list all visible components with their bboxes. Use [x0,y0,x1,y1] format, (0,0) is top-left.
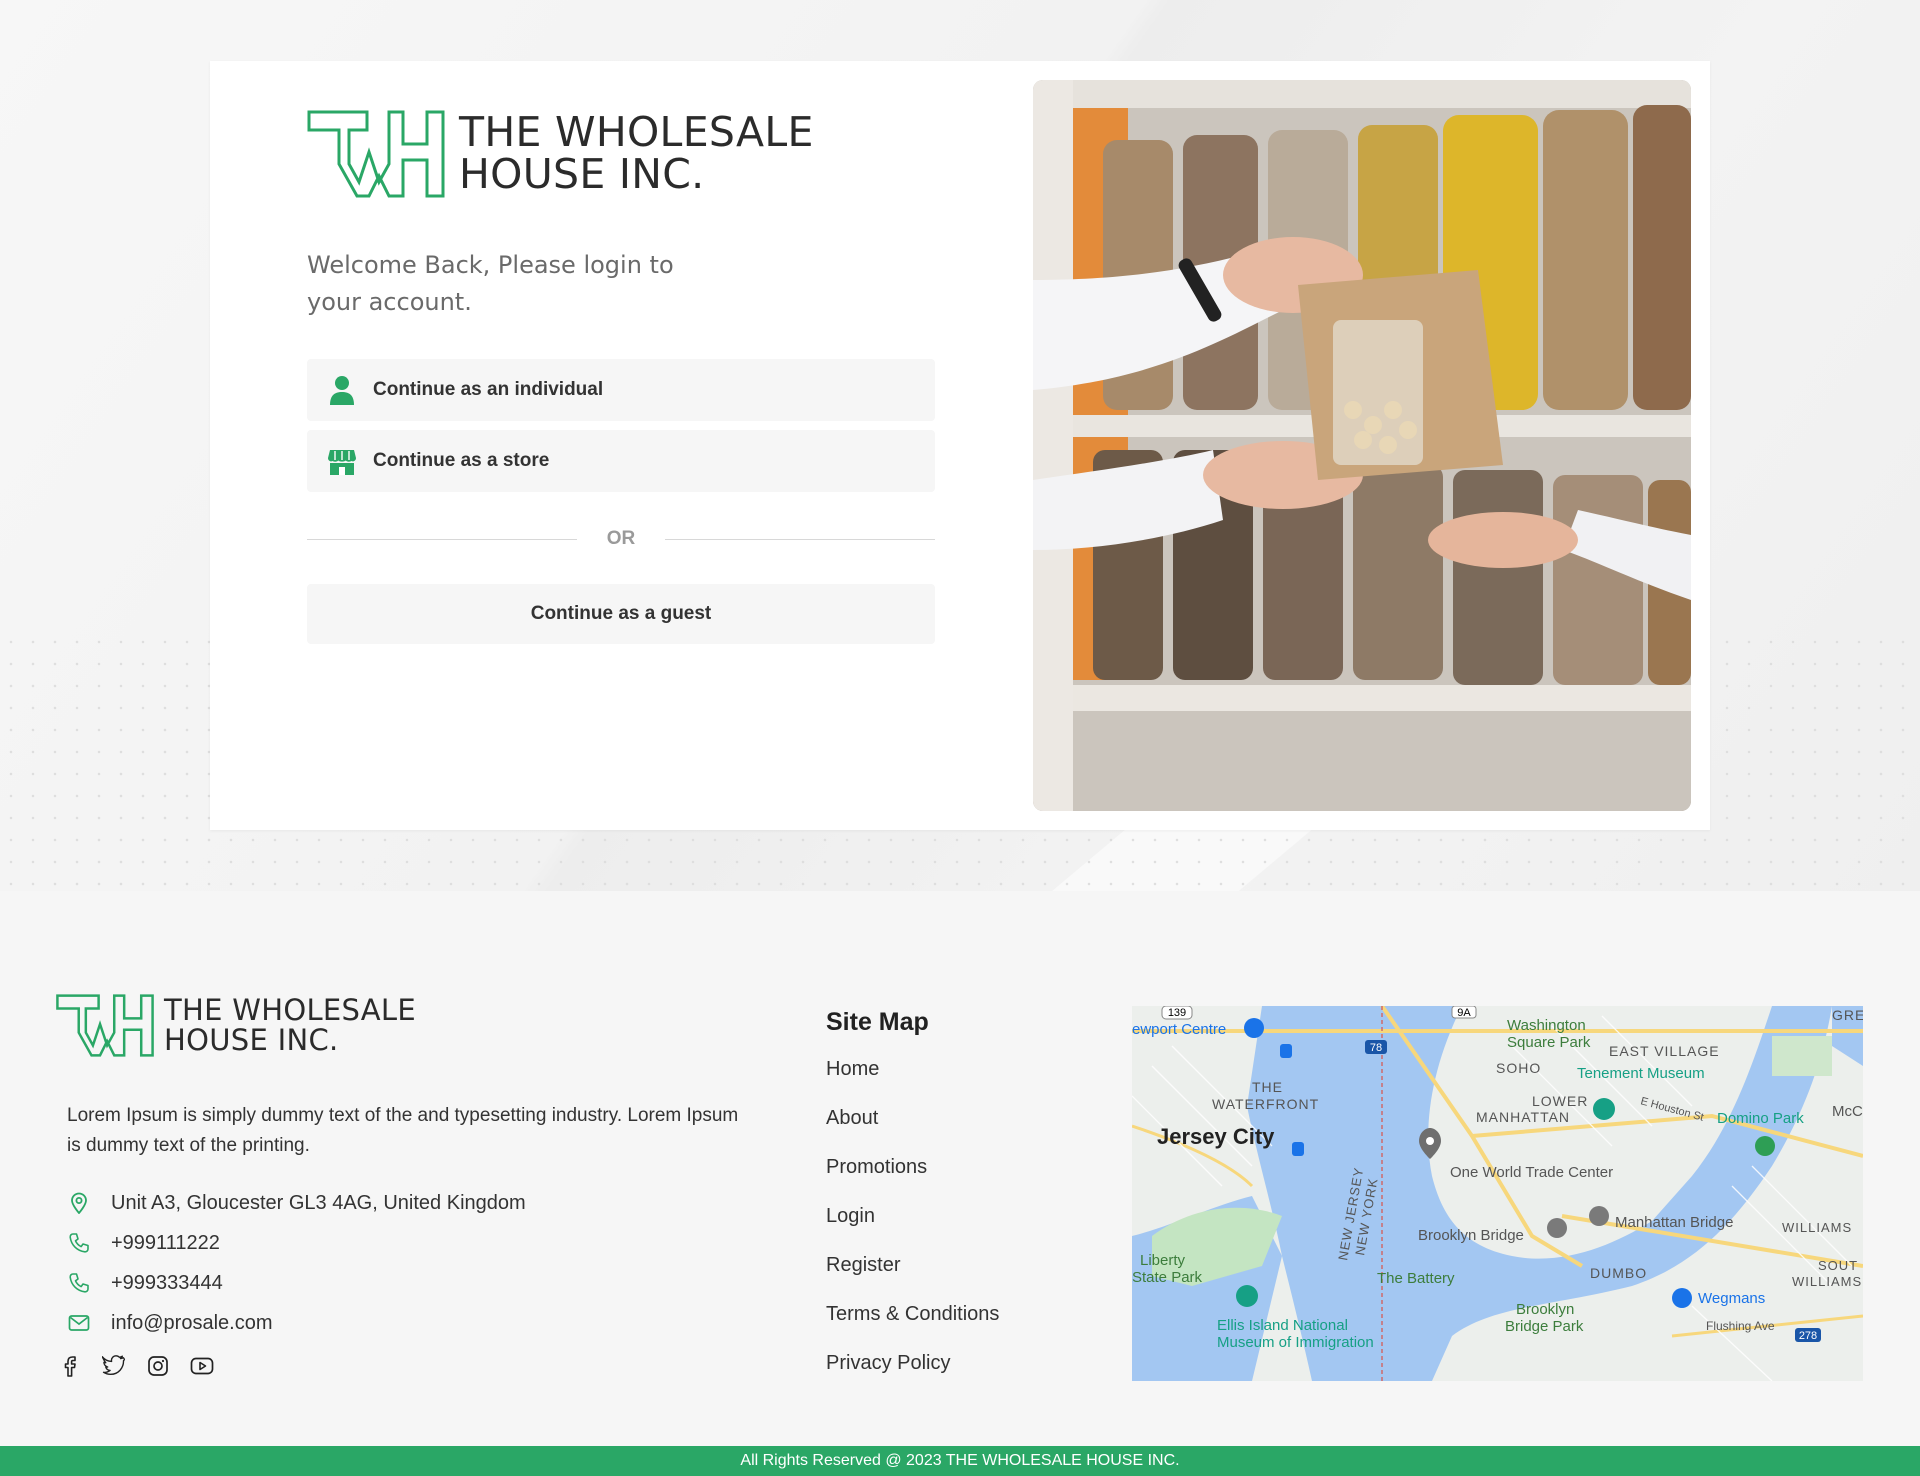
map-label-newport: ewport Centre [1132,1021,1226,1038]
map-label-wegmans: Wegmans [1698,1290,1765,1307]
map-label-williams-2: WILLIAMS [1792,1274,1862,1289]
user-icon [327,374,357,406]
footer-brand-logo[interactable]: THE WHOLESALE HOUSE INC. [56,994,416,1057]
copyright-bar: All Rights Reserved @ 2023 THE WHOLESALE… [0,1446,1920,1476]
map-label-dumbo: DUMBO [1590,1265,1647,1281]
map-label-one-wtc: One World Trade Center [1450,1164,1613,1181]
contact-phone-1[interactable]: +999111222 [67,1231,220,1255]
contact-phone-2[interactable]: +999333444 [67,1271,223,1295]
sitemap-list: Home About Promotions Login Register Ter… [826,1058,999,1401]
sitemap-link-home[interactable]: Home [826,1058,999,1107]
contact-email[interactable]: info@prosale.com [67,1311,272,1335]
sitemap-title: Site Map [826,1008,929,1036]
route-shield-78: 78 [1370,1042,1382,1054]
museum-pin-icon [1593,1098,1615,1120]
map-label-ellis-1: Ellis Island National [1217,1317,1348,1334]
shopping-pin-icon [1244,1018,1264,1038]
map-label-williams: WILLIAMS [1782,1220,1852,1235]
map-label-washington: Washington [1507,1017,1586,1034]
social-links [58,1354,214,1378]
park-pin-icon [1755,1136,1775,1156]
hero-background: THE WHOLESALE HOUSE INC. Welcome Back, P… [0,0,1920,891]
or-divider: OR [307,526,935,552]
phone-icon [67,1271,91,1295]
brand-name-line1: THE WHOLESALE [459,108,814,157]
divider-line-left [307,538,577,540]
or-label: OR [606,528,636,549]
brand-logo[interactable]: THE WHOLESALE HOUSE INC. [307,110,814,198]
transit-icon [1280,1044,1292,1058]
map-label-mcca: McCa [1832,1103,1863,1120]
brand-name-line2: HOUSE INC. [459,150,705,198]
instagram-icon[interactable] [146,1354,170,1378]
continue-individual-button[interactable]: Continue as an individual [307,359,935,421]
youtube-icon[interactable] [190,1354,214,1378]
map-label-the-battery: The Battery [1377,1270,1455,1287]
map-label-manhattan: MANHATTAN [1476,1109,1570,1125]
map-label-ellis-2: Museum of Immigration [1217,1334,1374,1351]
login-card: THE WHOLESALE HOUSE INC. Welcome Back, P… [210,61,1710,830]
welcome-message: Welcome Back, Please login to your accou… [307,251,674,316]
phone-icon [67,1231,91,1255]
footer-description: Lorem Ipsum is simply dummy text of the … [67,1105,739,1156]
email-text: info@prosale.com [111,1311,273,1334]
route-shield-9a: 9A [1457,1007,1471,1019]
map-label-the: THE [1252,1079,1283,1095]
transit-icon [1292,1142,1304,1156]
bridge-pin-icon [1589,1206,1609,1226]
map-label-bbpark-1: Brooklyn [1516,1301,1574,1318]
address-text: Unit A3, Gloucester GL3 4AG, United King… [111,1191,526,1214]
mail-icon [67,1311,91,1335]
map-label-brooklyn-bridge: Brooklyn Bridge [1418,1227,1524,1244]
map-label-liberty-2: State Park [1132,1269,1203,1286]
continue-store-button[interactable]: Continue as a store [307,430,935,492]
sitemap-link-about[interactable]: About [826,1107,999,1156]
map-label-bbpark-2: Bridge Park [1505,1318,1584,1335]
sitemap-link-login[interactable]: Login [826,1205,999,1254]
map-label-square-park: Square Park [1507,1034,1591,1051]
bridge-pin-icon [1547,1218,1567,1238]
map-label-east-village: EAST VILLAGE [1609,1043,1720,1059]
map-label-manhattan-bridge: Manhattan Bridge [1615,1214,1733,1231]
location-pin-icon [67,1191,91,1215]
brand-name: THE WHOLESALE HOUSE INC. [459,108,814,198]
map-label-soho: SOHO [1496,1060,1541,1076]
phone-2-text: +999333444 [111,1271,223,1294]
shopping-pin-icon [1672,1288,1692,1308]
continue-store-label: Continue as a store [373,450,550,471]
map-label-sout: SOUT [1818,1258,1858,1273]
sitemap-link-privacy[interactable]: Privacy Policy [826,1352,999,1401]
map-label-domino: Domino Park [1717,1110,1804,1127]
phone-1-text: +999111222 [111,1231,220,1254]
divider-line-right [665,538,935,540]
site-footer: THE WHOLESALE HOUSE INC. Lorem Ipsum is … [0,891,1920,1446]
twh-logo-icon [307,110,445,198]
footer-brand-line1: THE WHOLESALE [164,992,417,1027]
continue-individual-label: Continue as an individual [373,379,604,400]
map-label-gre: GRE [1832,1007,1863,1023]
route-shield-278: 278 [1799,1330,1817,1342]
hero-photo [1033,80,1691,811]
twh-logo-icon [56,994,154,1057]
sitemap-link-terms[interactable]: Terms & Conditions [826,1303,999,1352]
facebook-icon[interactable] [58,1354,82,1378]
continue-guest-button[interactable]: Continue as a guest [307,584,935,644]
map-label-lower: LOWER [1532,1093,1588,1109]
map-label-waterfront: WATERFRONT [1212,1096,1319,1112]
location-map[interactable]: ewport Centre Washington Square Park EAS… [1132,1006,1863,1381]
route-shield-139: 139 [1168,1007,1186,1019]
sitemap-link-register[interactable]: Register [826,1254,999,1303]
sitemap-link-promotions[interactable]: Promotions [826,1156,999,1205]
map-label-liberty-1: Liberty [1140,1252,1186,1269]
map-label-jersey-city: Jersey City [1157,1124,1275,1149]
map-label-flushing: Flushing Ave [1706,1319,1775,1333]
twitter-icon[interactable] [102,1354,126,1378]
map-label-tenement: Tenement Museum [1577,1065,1705,1082]
contact-address: Unit A3, Gloucester GL3 4AG, United King… [67,1191,526,1215]
museum-pin-icon [1236,1285,1258,1307]
store-icon [327,445,357,477]
footer-brand-name: THE WHOLESALE HOUSE INC. [164,992,417,1057]
footer-brand-line2: HOUSE INC. [164,1022,339,1057]
